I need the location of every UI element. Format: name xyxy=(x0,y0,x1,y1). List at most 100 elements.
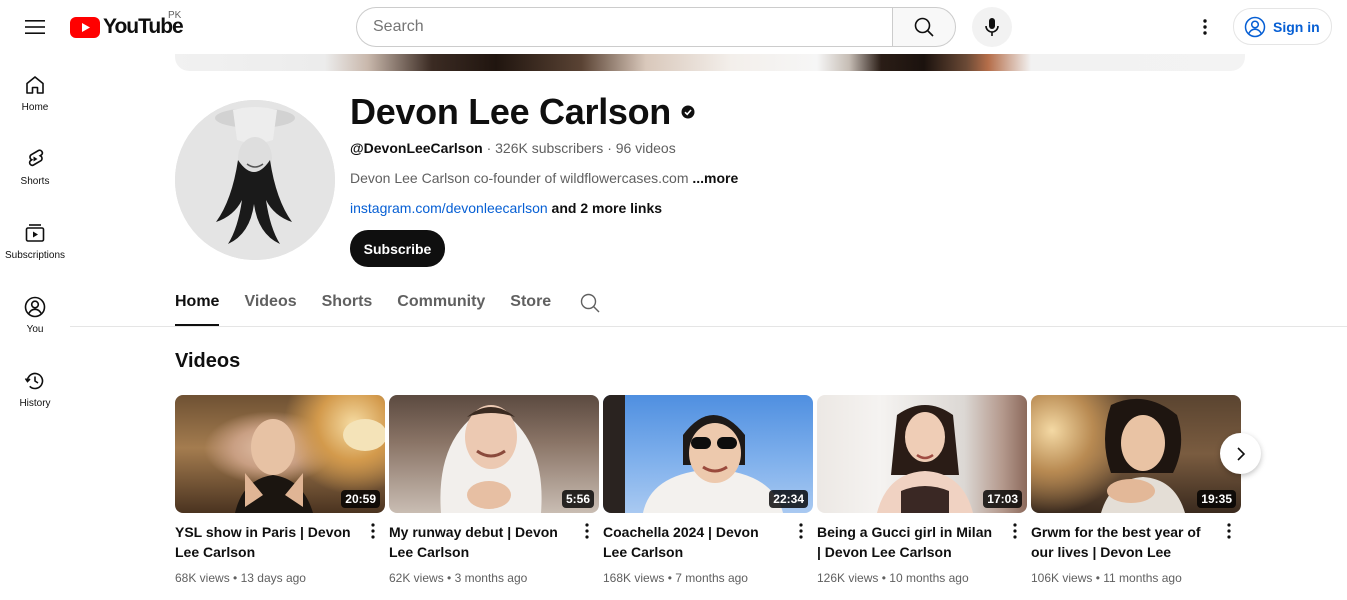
instagram-link[interactable]: instagram.com/devonleecarlson xyxy=(350,200,548,216)
shorts-icon xyxy=(28,149,44,167)
channel-banner xyxy=(175,54,1245,71)
vertical-dots-icon xyxy=(1013,523,1017,539)
video-duration: 5:56 xyxy=(561,490,594,508)
video-metadata: 126K views • 10 months ago xyxy=(817,571,1027,585)
meta-separator: · xyxy=(607,140,616,156)
search-box xyxy=(356,7,893,47)
sidebar-item-label: Home xyxy=(21,102,49,113)
channel-search-button[interactable] xyxy=(579,292,601,319)
verified-badge-icon xyxy=(681,105,695,119)
sidebar-item-you[interactable]: You xyxy=(0,278,70,352)
channel-description[interactable]: Devon Lee Carlson co-founder of wildflow… xyxy=(350,170,738,186)
videos-shelf-title[interactable]: Videos xyxy=(175,350,240,373)
video-title[interactable]: Grwm for the best year of our lives | De… xyxy=(1031,522,1211,562)
account-circle-icon xyxy=(1244,16,1266,37)
video-thumbnail[interactable]: 5:56 xyxy=(389,395,599,513)
mini-guide-sidebar: Home Shorts Subscriptions You History xyxy=(0,56,70,426)
you-icon xyxy=(24,296,46,318)
video-action-menu-button[interactable] xyxy=(365,519,381,543)
tab-shorts[interactable]: Shorts xyxy=(322,283,373,326)
video-title[interactable]: Coachella 2024 | Devon Lee Carlson xyxy=(603,522,783,562)
chevron-right-icon xyxy=(1236,446,1245,461)
avatar-photo xyxy=(175,100,335,260)
vertical-dots-icon xyxy=(1203,19,1207,35)
video-card[interactable]: 17:03 Being a Gucci girl in Milan | Devo… xyxy=(817,395,1027,585)
history-icon xyxy=(24,372,44,390)
upload-age: 3 months ago xyxy=(454,571,528,585)
meta-separator: • xyxy=(447,571,455,585)
tab-store[interactable]: Store xyxy=(510,283,551,326)
upload-age: 10 months ago xyxy=(889,571,969,585)
video-duration: 17:03 xyxy=(983,490,1022,508)
view-count: 126K views xyxy=(817,571,879,585)
video-title[interactable]: My runway debut | Devon Lee Carlson xyxy=(389,522,569,562)
sidebar-item-shorts[interactable]: Shorts xyxy=(0,130,70,204)
video-title[interactable]: Being a Gucci girl in Milan | Devon Lee … xyxy=(817,522,997,562)
video-thumbnail[interactable]: 17:03 xyxy=(817,395,1027,513)
upload-age: 11 months ago xyxy=(1103,571,1182,585)
upload-age: 13 days ago xyxy=(240,571,306,585)
tab-community[interactable]: Community xyxy=(397,283,485,326)
search-button[interactable] xyxy=(892,7,956,47)
channel-links: instagram.com/devonleecarlson and 2 more… xyxy=(350,200,662,216)
video-title[interactable]: YSL show in Paris | Devon Lee Carlson xyxy=(175,522,355,562)
tabs-divider xyxy=(70,326,1347,327)
sidebar-item-label: Shorts xyxy=(20,176,50,187)
video-duration: 22:34 xyxy=(769,490,808,508)
home-icon xyxy=(26,76,44,94)
channel-avatar[interactable] xyxy=(175,100,335,260)
video-metadata: 106K views • 11 months ago xyxy=(1031,571,1241,585)
sign-in-label: Sign in xyxy=(1273,18,1320,35)
search-icon xyxy=(580,293,600,313)
shelf-next-button[interactable] xyxy=(1220,433,1261,474)
region-code: PK xyxy=(168,10,182,21)
youtube-play-icon xyxy=(70,16,100,38)
video-action-menu-button[interactable] xyxy=(579,519,595,543)
video-card[interactable]: 19:35 Grwm for the best year of our live… xyxy=(1031,395,1241,585)
more-links-button[interactable]: and 2 more links xyxy=(552,200,662,216)
upload-age: 7 months ago xyxy=(675,571,748,585)
video-action-menu-button[interactable] xyxy=(1221,519,1237,543)
description-more-link[interactable]: ...more xyxy=(692,170,738,186)
video-thumbnail[interactable]: 22:34 xyxy=(603,395,813,513)
voice-search-button[interactable] xyxy=(972,7,1012,47)
channel-metadata: @DevonLeeCarlson · 326K subscribers · 96… xyxy=(350,140,676,156)
sidebar-item-subscriptions[interactable]: Subscriptions xyxy=(0,204,70,278)
tab-videos[interactable]: Videos xyxy=(244,283,296,326)
description-text: Devon Lee Carlson co-founder of wildflow… xyxy=(350,170,689,186)
video-action-menu-button[interactable] xyxy=(1007,519,1023,543)
vertical-dots-icon xyxy=(799,523,803,539)
subscriptions-icon xyxy=(25,224,45,242)
sidebar-item-history[interactable]: History xyxy=(0,352,70,426)
video-card[interactable]: 5:56 My runway debut | Devon Lee Carlson… xyxy=(389,395,599,585)
sidebar-item-label: Subscriptions xyxy=(4,250,66,261)
tab-home[interactable]: Home xyxy=(175,283,220,326)
video-thumbnail[interactable]: 20:59 xyxy=(175,395,385,513)
subscribe-button[interactable]: Subscribe xyxy=(350,230,445,267)
vertical-dots-icon xyxy=(585,523,589,539)
menu-button[interactable] xyxy=(15,7,55,47)
video-metadata: 62K views • 3 months ago xyxy=(389,571,599,585)
view-count: 62K views xyxy=(389,571,444,585)
channel-tabs: Home Videos Shorts Community Store xyxy=(175,283,600,326)
top-bar: YouTube PK Sign in xyxy=(0,0,1347,54)
channel-title: Devon Lee Carlson xyxy=(350,91,695,133)
hamburger-menu-icon xyxy=(25,20,45,34)
video-card[interactable]: 20:59 YSL show in Paris | Devon Lee Carl… xyxy=(175,395,385,585)
video-thumbnail[interactable]: 19:35 xyxy=(1031,395,1241,513)
video-action-menu-button[interactable] xyxy=(793,519,809,543)
search-input[interactable] xyxy=(373,18,877,36)
subscriber-count: 326K subscribers xyxy=(495,140,604,156)
sign-in-button[interactable]: Sign in xyxy=(1233,8,1332,45)
meta-separator: • xyxy=(233,571,241,585)
sidebar-item-home[interactable]: Home xyxy=(0,56,70,130)
video-metadata: 68K views • 13 days ago xyxy=(175,571,385,585)
vertical-dots-icon xyxy=(1227,523,1231,539)
video-card[interactable]: 22:34 Coachella 2024 | Devon Lee Carlson… xyxy=(603,395,813,585)
youtube-logo[interactable]: YouTube xyxy=(70,14,184,40)
settings-more-button[interactable] xyxy=(1185,7,1225,47)
meta-separator: · xyxy=(486,140,496,156)
channel-handle: @DevonLeeCarlson xyxy=(350,140,483,156)
sidebar-item-label: You xyxy=(26,324,44,335)
video-duration: 20:59 xyxy=(341,490,380,508)
